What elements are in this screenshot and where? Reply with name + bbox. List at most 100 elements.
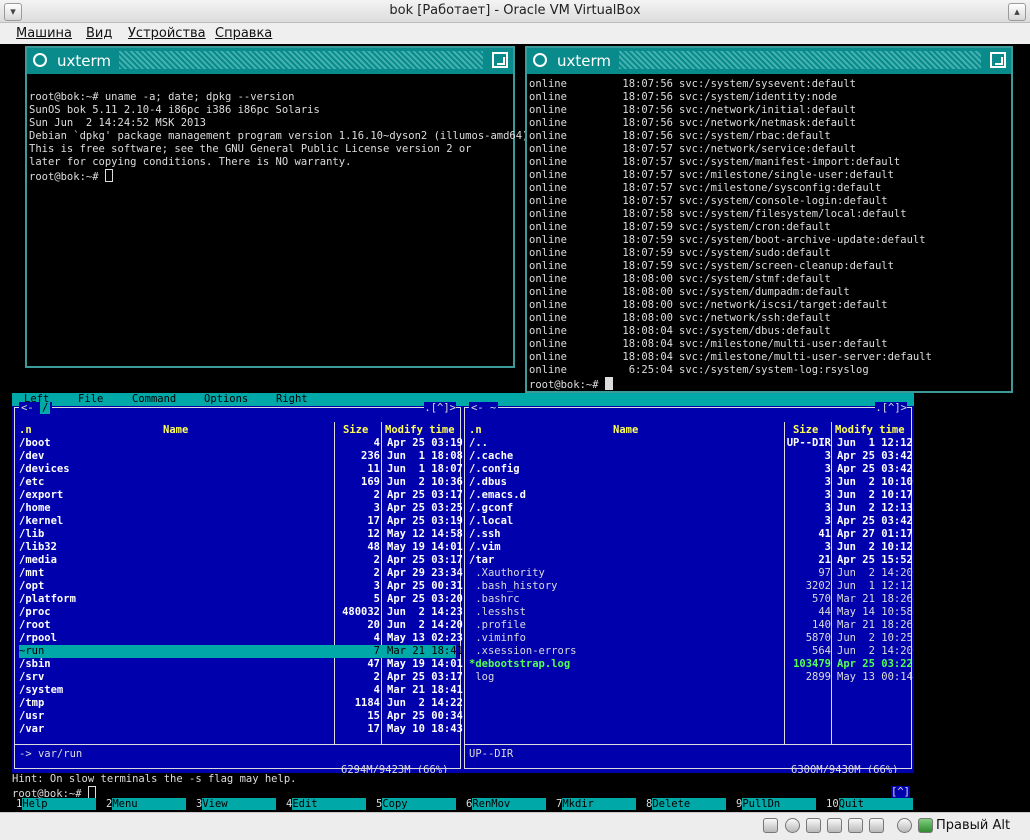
maximize-icon[interactable] — [990, 52, 1006, 68]
file-row[interactable]: /media 2 Apr 25 03:17 — [19, 554, 463, 567]
file-row[interactable]: /srv 2 Apr 25 03:17 — [19, 671, 463, 684]
file-row[interactable]: /.config 3 Apr 25 03:42 — [469, 463, 913, 476]
xterm-titlebar[interactable]: uxterm — [527, 48, 1011, 74]
sort-indicator[interactable]: .n — [469, 424, 482, 436]
sort-indicator[interactable]: .n — [19, 424, 32, 436]
file-row[interactable]: /tmp 1184 Jun 2 14:22 — [19, 697, 463, 710]
fkey-quit[interactable]: 10Quit — [826, 798, 913, 811]
titlebar-drag-area[interactable] — [119, 51, 483, 69]
mc-menu-command[interactable]: Command — [132, 393, 176, 405]
xterm-window-left[interactable]: uxterm root@bok:~# uname -a; date; dpkg … — [25, 46, 535, 368]
window-menu-icon[interactable] — [533, 53, 547, 67]
fkey-view[interactable]: 3View — [196, 798, 277, 811]
panel-corner-controls[interactable]: .[^]> — [424, 402, 456, 414]
mouse-integration-icon[interactable] — [897, 818, 912, 833]
file-size: 3 — [824, 450, 831, 462]
file-size: 3 — [824, 463, 831, 475]
file-row[interactable]: /lib 12 May 12 14:58 — [19, 528, 463, 541]
fkey-help[interactable]: 1Help — [16, 798, 97, 811]
file-row[interactable]: /.gconf 3 Jun 2 12:13 — [469, 502, 913, 515]
xterm-window-right[interactable]: uxterm online 18:07:56 svc:/system/syseven… — [525, 46, 1013, 393]
xterm-titlebar[interactable]: uxterm — [27, 48, 513, 74]
file-row[interactable]: /sbin 47 May 19 14:01 — [19, 658, 463, 671]
file-row[interactable]: /var 17 May 10 18:43 — [19, 723, 463, 736]
file-row[interactable]: /platform 5 Apr 25 03:20 — [19, 593, 463, 606]
file-row[interactable]: /root 20 Jun 2 14:20 — [19, 619, 463, 632]
optical-drive-icon[interactable] — [785, 818, 800, 833]
panel-corner-controls[interactable]: .[^]> — [875, 402, 907, 414]
file-row[interactable]: /devices 11 Jun 1 18:07 — [19, 463, 463, 476]
column-header-modify-time[interactable]: Modify time — [835, 424, 905, 436]
file-row[interactable]: /.vim 3 Jun 2 10:12 — [469, 541, 913, 554]
file-row[interactable]: /.. UP--DIR Jun 1 12:12 — [469, 437, 913, 450]
file-row[interactable]: /home 3 Apr 25 03:25 — [19, 502, 463, 515]
network-icon[interactable] — [869, 818, 884, 833]
file-row[interactable]: /tar 21 Apr 25 15:52 — [469, 554, 913, 567]
titlebar-drag-area[interactable] — [619, 51, 981, 69]
file-row[interactable]: /rpool 4 May 13 02:23 — [19, 632, 463, 645]
column-header-name[interactable]: Name — [613, 424, 638, 436]
file-row[interactable]: ~run 7 Mar 21 18:41 — [19, 645, 463, 658]
menu-machine[interactable]: Машина — [16, 26, 72, 41]
file-row[interactable]: /.dbus 3 Jun 2 10:10 — [469, 476, 913, 489]
right-panel[interactable]: <- ~ .[^]> .n Name Size Modify time /.. U… — [464, 402, 913, 776]
file-row[interactable]: /etc 169 Jun 2 10:36 — [19, 476, 463, 489]
file-row[interactable]: /proc 480032 Jun 2 14:23 — [19, 606, 463, 619]
menu-devices[interactable]: Устройства — [128, 26, 206, 41]
service-state: online — [529, 312, 567, 324]
file-row[interactable]: /system 4 Mar 21 18:41 — [19, 684, 463, 697]
file-row[interactable]: /mnt 2 Apr 29 23:34 — [19, 567, 463, 580]
file-row[interactable]: /.local 3 Apr 25 03:42 — [469, 515, 913, 528]
window-menu-icon[interactable] — [33, 53, 47, 67]
file-row[interactable]: .bashrc 570 Mar 21 18:26 — [469, 593, 913, 606]
file-row[interactable]: /.emacs.d 3 Jun 2 10:17 — [469, 489, 913, 502]
maximize-icon[interactable] — [492, 52, 508, 68]
fkey-menu[interactable]: 2Menu — [106, 798, 187, 811]
file-row[interactable]: /usr 15 Apr 25 00:34 — [19, 710, 463, 723]
midnight-commander[interactable]: Left File Command Options Right <- / .[^… — [12, 393, 914, 811]
left-panel[interactable]: <- / .[^]> .n Name Size Modify time /boo… — [14, 402, 463, 776]
file-row[interactable]: /.cache 3 Apr 25 03:42 — [469, 450, 913, 463]
column-header-name[interactable]: Name — [163, 424, 188, 436]
file-row[interactable]: .profile 140 Mar 21 18:26 — [469, 619, 913, 632]
file-row[interactable]: /.ssh 41 Apr 27 01:17 — [469, 528, 913, 541]
display-icon[interactable] — [848, 818, 863, 833]
terminal-output[interactable]: root@bok:~# uname -a; date; dpkg --versi… — [27, 74, 535, 214]
file-row[interactable]: /boot 4 Apr 25 03:19 — [19, 437, 463, 450]
file-row[interactable]: log 2899 May 13 00:14 — [469, 671, 913, 684]
fkey-pulldn[interactable]: 9PullDn — [736, 798, 817, 811]
column-header-size[interactable]: Size — [793, 424, 818, 436]
file-row[interactable]: /opt 3 Apr 25 00:31 — [19, 580, 463, 593]
usb-icon[interactable] — [806, 818, 821, 833]
file-row[interactable]: .bash_history 3202 Jun 1 12:12 — [469, 580, 913, 593]
fkey-edit[interactable]: 4Edit — [286, 798, 367, 811]
file-row[interactable]: .xsession-errors 564 Jun 2 14:20 — [469, 645, 913, 658]
mc-menu-file[interactable]: File — [78, 393, 103, 405]
command-history-button[interactable]: [^] — [891, 786, 910, 798]
column-header-modify-time[interactable]: Modify time — [385, 424, 455, 436]
file-row[interactable]: *debootstrap.log 103479 Apr 25 03:22 — [469, 658, 913, 671]
mc-menu-options[interactable]: Options — [204, 393, 248, 405]
column-header-size[interactable]: Size — [343, 424, 368, 436]
mc-menu-right[interactable]: Right — [276, 393, 308, 405]
fkey-mkdir[interactable]: 7Mkdir — [556, 798, 637, 811]
fkey-renmov[interactable]: 6RenMov — [466, 798, 547, 811]
file-row[interactable]: /export 2 Apr 25 03:17 — [19, 489, 463, 502]
guest-screen[interactable]: uxterm root@bok:~# uname -a; date; dpkg … — [0, 44, 1030, 812]
hard-disk-icon[interactable] — [763, 818, 778, 833]
menu-view[interactable]: Вид — [86, 26, 112, 41]
file-row[interactable]: .Xauthority 97 Jun 2 14:20 — [469, 567, 913, 580]
file-row[interactable]: .viminfo 5870 Jun 2 10:25 — [469, 632, 913, 645]
terminal-output[interactable]: online 18:07:56 svc:/system/sysevent:defau… — [527, 74, 1011, 396]
window-collapse-button[interactable]: ▴ — [1008, 3, 1026, 21]
file-row[interactable]: /dev 236 Jun 1 18:08 — [19, 450, 463, 463]
fkey-delete[interactable]: 8Delete — [646, 798, 727, 811]
shared-folders-icon[interactable] — [827, 818, 842, 833]
service-fmri: svc:/system/system-log:rsyslog — [679, 364, 869, 376]
menu-help[interactable]: Справка — [215, 26, 272, 41]
file-row[interactable]: /kernel 17 Apr 25 03:19 — [19, 515, 463, 528]
file-row[interactable]: .lesshst 44 May 14 10:58 — [469, 606, 913, 619]
file-row[interactable]: /lib32 48 May 19 14:01 — [19, 541, 463, 554]
host-key-arrow-icon[interactable] — [918, 818, 933, 833]
fkey-copy[interactable]: 5Copy — [376, 798, 457, 811]
